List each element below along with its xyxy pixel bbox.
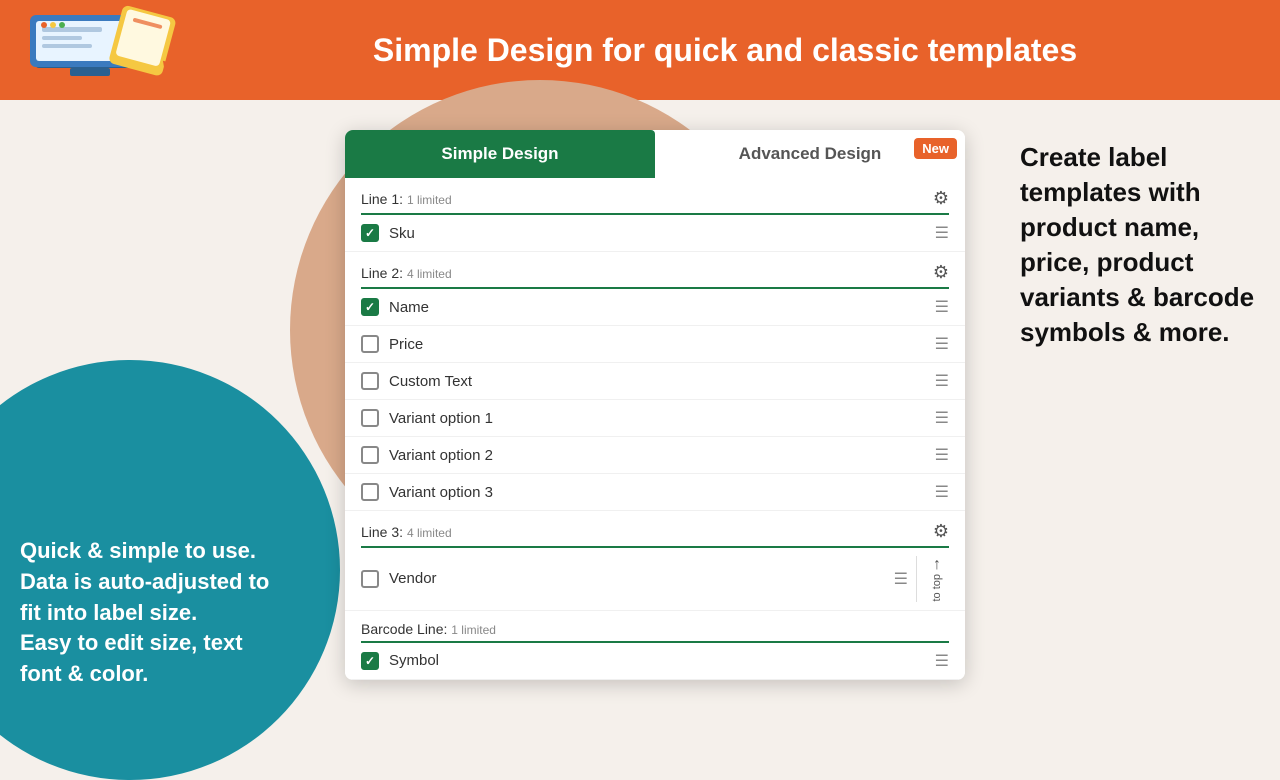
- scroll-up-arrow[interactable]: ↑: [933, 556, 941, 574]
- line2-gear-icon[interactable]: ⚙: [933, 262, 949, 283]
- line1-gear-icon[interactable]: ⚙: [933, 188, 949, 209]
- checkbox-symbol[interactable]: [361, 652, 379, 670]
- row-variant1: Variant option 1 ☰: [345, 400, 965, 437]
- row-symbol-left: Symbol: [361, 652, 439, 670]
- section-line1-header: Line 1: 1 limited ⚙: [345, 178, 965, 213]
- line2-limit: 4 limited: [407, 267, 452, 281]
- drag-vendor-icon[interactable]: ☰: [894, 569, 908, 589]
- row-name: Name ☰: [345, 289, 965, 326]
- checkbox-sku[interactable]: [361, 224, 379, 242]
- label-variant1: Variant option 1: [389, 410, 493, 427]
- design-card: Simple Design Advanced Design New Line 1…: [345, 130, 965, 680]
- row-name-left: Name: [361, 298, 429, 316]
- drag-name-icon[interactable]: ☰: [935, 297, 949, 317]
- card-body: Line 1: 1 limited ⚙ Sku ☰ Line 2: 4 limi…: [345, 178, 965, 680]
- tab-simple[interactable]: Simple Design: [345, 130, 655, 178]
- right-panel: Create label templates with product name…: [990, 100, 1280, 720]
- line3-limit: 4 limited: [407, 526, 452, 540]
- row-symbol: Symbol ☰: [345, 643, 965, 680]
- drag-sku-icon[interactable]: ☰: [935, 223, 949, 243]
- row-variant3: Variant option 3 ☰: [345, 474, 965, 511]
- row-variant2-left: Variant option 2: [361, 446, 493, 464]
- section-barcode-header: Barcode Line: 1 limited: [345, 611, 965, 641]
- label-price: Price: [389, 336, 423, 353]
- app-logo: [20, 5, 190, 95]
- scroll-to-top-text: to top: [931, 574, 943, 602]
- section-line3-header: Line 3: 4 limited ⚙: [345, 511, 965, 546]
- barcode-limit: 1 limited: [451, 623, 496, 637]
- checkbox-vendor[interactable]: [361, 570, 379, 588]
- main-content: Quick & simple to use. Data is auto-adju…: [0, 100, 1280, 720]
- checkbox-variant2[interactable]: [361, 446, 379, 464]
- row-custom-text-left: Custom Text: [361, 372, 472, 390]
- drag-variant3-icon[interactable]: ☰: [935, 482, 949, 502]
- row-price-left: Price: [361, 335, 423, 353]
- label-vendor: Vendor: [389, 570, 437, 587]
- row-variant1-left: Variant option 1: [361, 409, 493, 427]
- line1-label: Line 1: 1 limited: [361, 191, 452, 207]
- drag-variant1-icon[interactable]: ☰: [935, 408, 949, 428]
- new-badge: New: [914, 138, 957, 159]
- row-sku-left: Sku: [361, 224, 415, 242]
- drag-custom-text-icon[interactable]: ☰: [935, 371, 949, 391]
- section-line2-header: Line 2: 4 limited ⚙: [345, 252, 965, 287]
- center-panel: Simple Design Advanced Design New Line 1…: [320, 100, 990, 720]
- label-variant2: Variant option 2: [389, 447, 493, 464]
- line3-gear-icon[interactable]: ⚙: [933, 521, 949, 542]
- checkbox-custom-text[interactable]: [361, 372, 379, 390]
- checkbox-price[interactable]: [361, 335, 379, 353]
- drag-price-icon[interactable]: ☰: [935, 334, 949, 354]
- left-panel: Quick & simple to use. Data is auto-adju…: [0, 100, 320, 720]
- header-title: Simple Design for quick and classic temp…: [190, 32, 1260, 69]
- checkbox-name[interactable]: [361, 298, 379, 316]
- row-vendor: Vendor ☰ ↑ to top: [345, 548, 965, 611]
- row-vendor-left: Vendor: [361, 570, 437, 588]
- row-variant3-left: Variant option 3: [361, 483, 493, 501]
- label-variant3: Variant option 3: [389, 484, 493, 501]
- line2-label: Line 2: 4 limited: [361, 265, 452, 281]
- line3-label: Line 3: 4 limited: [361, 524, 452, 540]
- row-price: Price ☰: [345, 326, 965, 363]
- label-sku: Sku: [389, 225, 415, 242]
- checkbox-variant1[interactable]: [361, 409, 379, 427]
- label-name: Name: [389, 299, 429, 316]
- right-description: Create label templates with product name…: [1020, 140, 1260, 351]
- row-custom-text: Custom Text ☰: [345, 363, 965, 400]
- drag-symbol-icon[interactable]: ☰: [935, 651, 949, 671]
- tabs-container: Simple Design Advanced Design New: [345, 130, 965, 178]
- header: Simple Design for quick and classic temp…: [0, 0, 1280, 100]
- row-sku: Sku ☰: [345, 215, 965, 252]
- row-variant2: Variant option 2 ☰: [345, 437, 965, 474]
- line1-limit: 1 limited: [407, 193, 452, 207]
- left-description: Quick & simple to use. Data is auto-adju…: [20, 536, 290, 690]
- label-custom-text: Custom Text: [389, 373, 472, 390]
- label-symbol: Symbol: [389, 652, 439, 669]
- drag-variant2-icon[interactable]: ☰: [935, 445, 949, 465]
- checkbox-variant3[interactable]: [361, 483, 379, 501]
- barcode-label: Barcode Line: 1 limited: [361, 621, 496, 637]
